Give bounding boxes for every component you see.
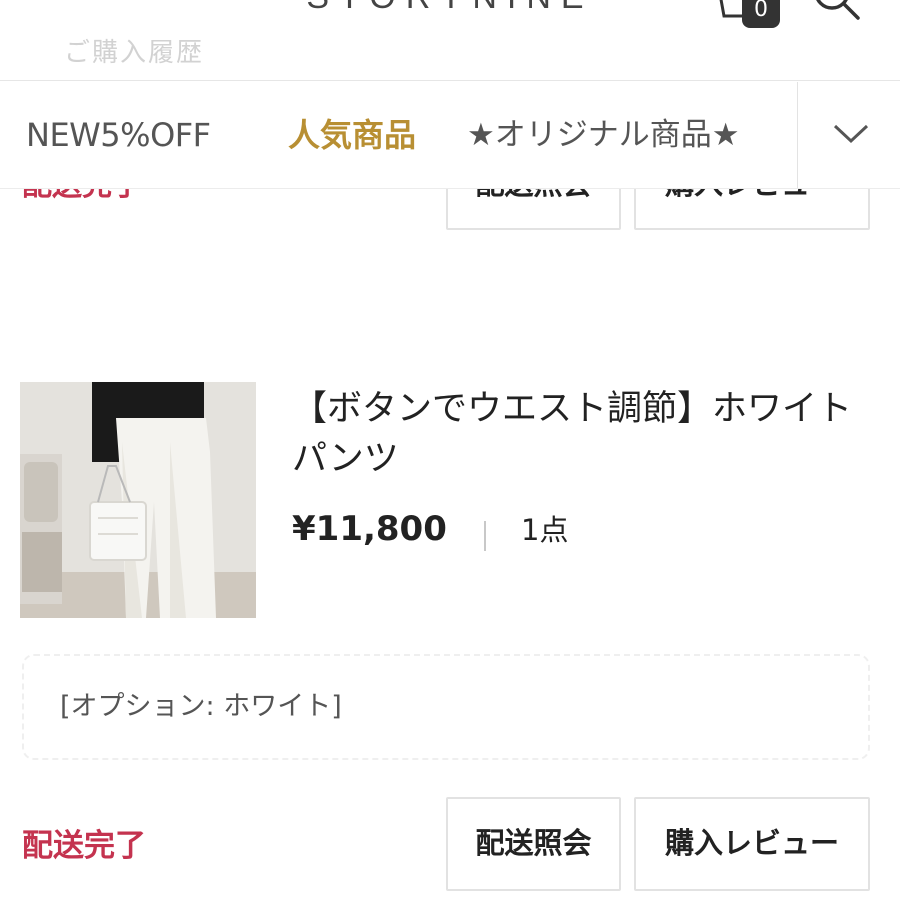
price-separator: [483, 520, 486, 551]
order-status: 配送完了: [22, 828, 146, 864]
product-name[interactable]: 【ボタンでウエスト調節】ホワイトパンツ: [292, 384, 872, 484]
tab-original[interactable]: ★オリジナル商品★: [467, 82, 740, 188]
page-subtitle: ご購入履歴: [64, 38, 205, 68]
tabs-expand-button[interactable]: [798, 82, 900, 188]
tab-new-sale[interactable]: NEW5%OFF: [26, 82, 211, 188]
tab-popular[interactable]: 人気商品: [288, 82, 416, 188]
option-text: [オプション: ホワイト]: [60, 691, 342, 722]
product-quantity: 1点: [521, 513, 569, 547]
cart-button[interactable]: 0: [716, 0, 782, 42]
top-header: STORYNINE ご購入履歴 0: [0, 0, 900, 81]
option-box: [オプション: ホワイト]: [22, 654, 870, 760]
search-icon: [816, 0, 860, 20]
price-row: ¥11,800 1点: [292, 506, 569, 552]
write-review-button[interactable]: 購入レビュー: [634, 797, 870, 891]
track-shipment-button[interactable]: 配送照会: [446, 797, 621, 891]
product-price: ¥11,800: [292, 509, 447, 549]
search-button[interactable]: [806, 0, 866, 30]
chevron-down-icon: [833, 124, 869, 144]
cart-count-badge: 0: [742, 0, 780, 28]
category-tabs: NEW5%OFF 人気商品 ★オリジナル商品★: [0, 82, 900, 189]
product-image[interactable]: [20, 382, 256, 618]
